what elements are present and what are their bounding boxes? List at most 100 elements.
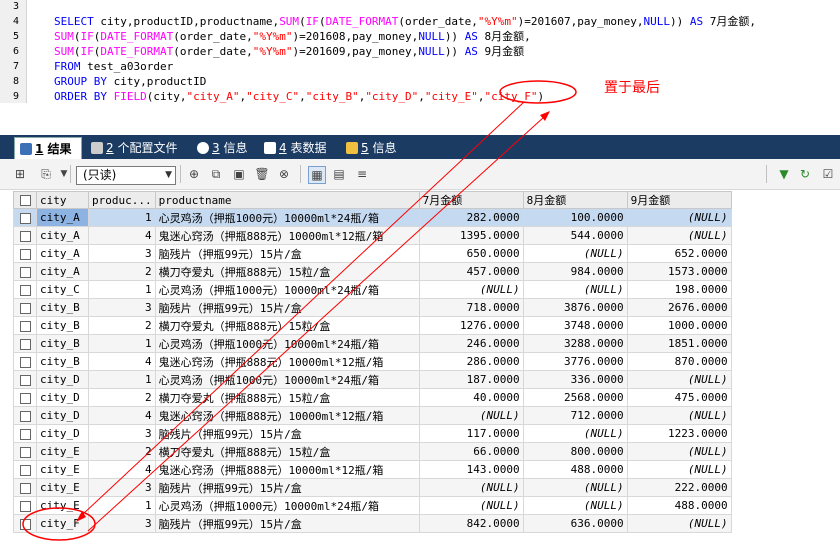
- cell-aug-amount[interactable]: 3748.0000: [522, 316, 628, 335]
- cell-product-id[interactable]: 3: [88, 244, 156, 263]
- cell-sep-amount[interactable]: 1851.0000: [626, 334, 732, 353]
- cell-sep-amount[interactable]: 198.0000: [626, 280, 732, 299]
- row-checkbox[interactable]: [13, 406, 37, 425]
- row-checkbox[interactable]: [13, 478, 37, 497]
- cell-jul-amount[interactable]: 187.0000: [418, 370, 524, 389]
- cell-product-name[interactable]: 心灵鸡汤（押瓶1000元）10000ml*24瓶/箱: [154, 496, 420, 515]
- cell-city[interactable]: city_B: [36, 334, 89, 353]
- tab-4[interactable]: 4 表数据: [259, 137, 335, 159]
- cell-city[interactable]: city_D: [36, 424, 89, 443]
- cell-sep-amount[interactable]: 1573.0000: [626, 262, 732, 281]
- cell-product-name[interactable]: 脑残片（押瓶99元）15片/盒: [154, 478, 420, 497]
- cell-jul-amount[interactable]: 286.0000: [418, 352, 524, 371]
- cell-jul-amount[interactable]: 66.0000: [418, 442, 524, 461]
- cell-aug-amount[interactable]: 2568.0000: [522, 388, 628, 407]
- row-checkbox[interactable]: [13, 298, 37, 317]
- cell-product-name[interactable]: 心灵鸡汤（押瓶1000元）10000ml*24瓶/箱: [154, 334, 420, 353]
- cell-jul-amount[interactable]: 143.0000: [418, 460, 524, 479]
- cell-city[interactable]: city_A: [36, 226, 89, 245]
- cell-jul-amount[interactable]: (NULL): [418, 406, 524, 425]
- cell-aug-amount[interactable]: (NULL): [522, 280, 628, 299]
- cell-jul-amount[interactable]: 117.0000: [418, 424, 524, 443]
- row-checkbox[interactable]: [13, 370, 37, 389]
- table-row[interactable]: city_B 3 脑残片（押瓶99元）15片/盒 718.0000 3876.0000 2…: [13, 298, 732, 317]
- cell-city[interactable]: city_B: [36, 352, 89, 371]
- cell-jul-amount[interactable]: 457.0000: [418, 262, 524, 281]
- table-row[interactable]: city_B 2 横刀夺爱丸（押瓶888元）15粒/盒 1276.0000 3748.0…: [13, 316, 732, 335]
- row-checkbox[interactable]: [13, 244, 37, 263]
- cell-sep-amount[interactable]: (NULL): [626, 460, 732, 479]
- table-row[interactable]: city_A 1 心灵鸡汤（押瓶1000元）10000ml*24瓶/箱 282.000…: [13, 208, 732, 227]
- cell-product-id[interactable]: 1: [88, 280, 156, 299]
- cell-product-name[interactable]: 脑残片（押瓶99元）15片/盒: [154, 424, 420, 443]
- cell-sep-amount[interactable]: (NULL): [626, 208, 732, 227]
- cell-sep-amount[interactable]: 1223.0000: [626, 424, 732, 443]
- cell-product-id[interactable]: 2: [88, 388, 156, 407]
- cell-aug-amount[interactable]: (NULL): [522, 478, 628, 497]
- cell-product-id[interactable]: 4: [88, 352, 156, 371]
- cell-city[interactable]: city_B: [36, 298, 89, 317]
- cell-city[interactable]: city_F: [36, 514, 89, 533]
- cell-aug-amount[interactable]: 3876.0000: [522, 298, 628, 317]
- table-row[interactable]: city_D 4 鬼迷心窍汤（押瓶888元）10000ml*12瓶/箱 (NULL) 7…: [13, 406, 732, 425]
- form-view-icon[interactable]: ▤: [331, 166, 347, 182]
- cell-city[interactable]: city_B: [36, 316, 89, 335]
- cell-product-name[interactable]: 脑残片（押瓶99元）15片/盒: [154, 514, 420, 533]
- row-checkbox[interactable]: [13, 442, 37, 461]
- cell-product-name[interactable]: 鬼迷心窍汤（押瓶888元）10000ml*12瓶/箱: [154, 352, 420, 371]
- cell-city[interactable]: city_A: [36, 208, 89, 227]
- cell-sep-amount[interactable]: 488.0000: [626, 496, 732, 515]
- cell-sep-amount[interactable]: 870.0000: [626, 352, 732, 371]
- cell-aug-amount[interactable]: (NULL): [522, 496, 628, 515]
- filter-icon[interactable]: ▼: [776, 166, 792, 182]
- cell-sep-amount[interactable]: (NULL): [626, 406, 732, 425]
- column-header[interactable]: produc...: [88, 191, 156, 209]
- cell-product-name[interactable]: 心灵鸡汤（押瓶1000元）10000ml*24瓶/箱: [154, 208, 420, 227]
- cell-sep-amount[interactable]: 1000.0000: [626, 316, 732, 335]
- delete-icon[interactable]: 🗑: [254, 166, 270, 182]
- tab-2[interactable]: 2 个配置文件: [86, 137, 186, 159]
- cell-product-id[interactable]: 4: [88, 460, 156, 479]
- cell-product-name[interactable]: 鬼迷心窍汤（押瓶888元）10000ml*12瓶/箱: [154, 460, 420, 479]
- row-checkbox[interactable]: [13, 208, 37, 227]
- table-row[interactable]: city_E 2 横刀夺爱丸（押瓶888元）15粒/盒 66.0000 800.0000…: [13, 442, 732, 461]
- cell-product-id[interactable]: 3: [88, 478, 156, 497]
- row-checkbox[interactable]: [13, 352, 37, 371]
- cell-sep-amount[interactable]: 222.0000: [626, 478, 732, 497]
- tab-5[interactable]: 5 信息: [341, 137, 407, 159]
- row-checkbox[interactable]: [13, 280, 37, 299]
- column-header[interactable]: 9月金额: [626, 191, 732, 209]
- sql-editor[interactable]: 3 4 SELECT city,productID,productname,SUM(…: [0, 0, 840, 103]
- table-row[interactable]: city_B 1 心灵鸡汤（押瓶1000元）10000ml*24瓶/箱 246.000…: [13, 334, 732, 353]
- cell-sep-amount[interactable]: 2676.0000: [626, 298, 732, 317]
- checkbox-option-icon[interactable]: ☑: [820, 166, 836, 182]
- cell-aug-amount[interactable]: 984.0000: [522, 262, 628, 281]
- cell-product-id[interactable]: 3: [88, 298, 156, 317]
- table-row[interactable]: city_D 1 心灵鸡汤（押瓶1000元）10000ml*24瓶/箱 187.000…: [13, 370, 732, 389]
- cell-product-id[interactable]: 2: [88, 262, 156, 281]
- cell-product-name[interactable]: 横刀夺爱丸（押瓶888元）15粒/盒: [154, 388, 420, 407]
- cell-product-name[interactable]: 心灵鸡汤（押瓶1000元）10000ml*24瓶/箱: [154, 280, 420, 299]
- cell-jul-amount[interactable]: (NULL): [418, 478, 524, 497]
- save-icon[interactable]: ▣: [231, 166, 247, 182]
- table-row[interactable]: city_D 3 脑残片（押瓶99元）15片/盒 117.0000 (NULL) 1223…: [13, 424, 732, 443]
- cell-product-name[interactable]: 脑残片（押瓶99元）15片/盒: [154, 244, 420, 263]
- cell-sep-amount[interactable]: (NULL): [626, 370, 732, 389]
- column-header[interactable]: 7月金额: [418, 191, 524, 209]
- table-row[interactable]: city_A 2 横刀夺爱丸（押瓶888元）15粒/盒 457.0000 984.000…: [13, 262, 732, 281]
- text-view-icon[interactable]: ≡: [354, 166, 370, 182]
- row-checkbox[interactable]: [13, 496, 37, 515]
- cell-aug-amount[interactable]: 3776.0000: [522, 352, 628, 371]
- cell-jul-amount[interactable]: (NULL): [418, 280, 524, 299]
- cell-city[interactable]: city_D: [36, 406, 89, 425]
- cell-jul-amount[interactable]: 718.0000: [418, 298, 524, 317]
- cell-aug-amount[interactable]: 636.0000: [522, 514, 628, 533]
- cell-jul-amount[interactable]: 1276.0000: [418, 316, 524, 335]
- tab-3[interactable]: 3 信息: [192, 137, 252, 159]
- cell-city[interactable]: city_D: [36, 370, 89, 389]
- row-checkbox[interactable]: [13, 514, 37, 533]
- cell-sep-amount[interactable]: 652.0000: [626, 244, 732, 263]
- cell-jul-amount[interactable]: 282.0000: [418, 208, 524, 227]
- cell-product-id[interactable]: 3: [88, 424, 156, 443]
- select-all-checkbox[interactable]: [13, 191, 37, 209]
